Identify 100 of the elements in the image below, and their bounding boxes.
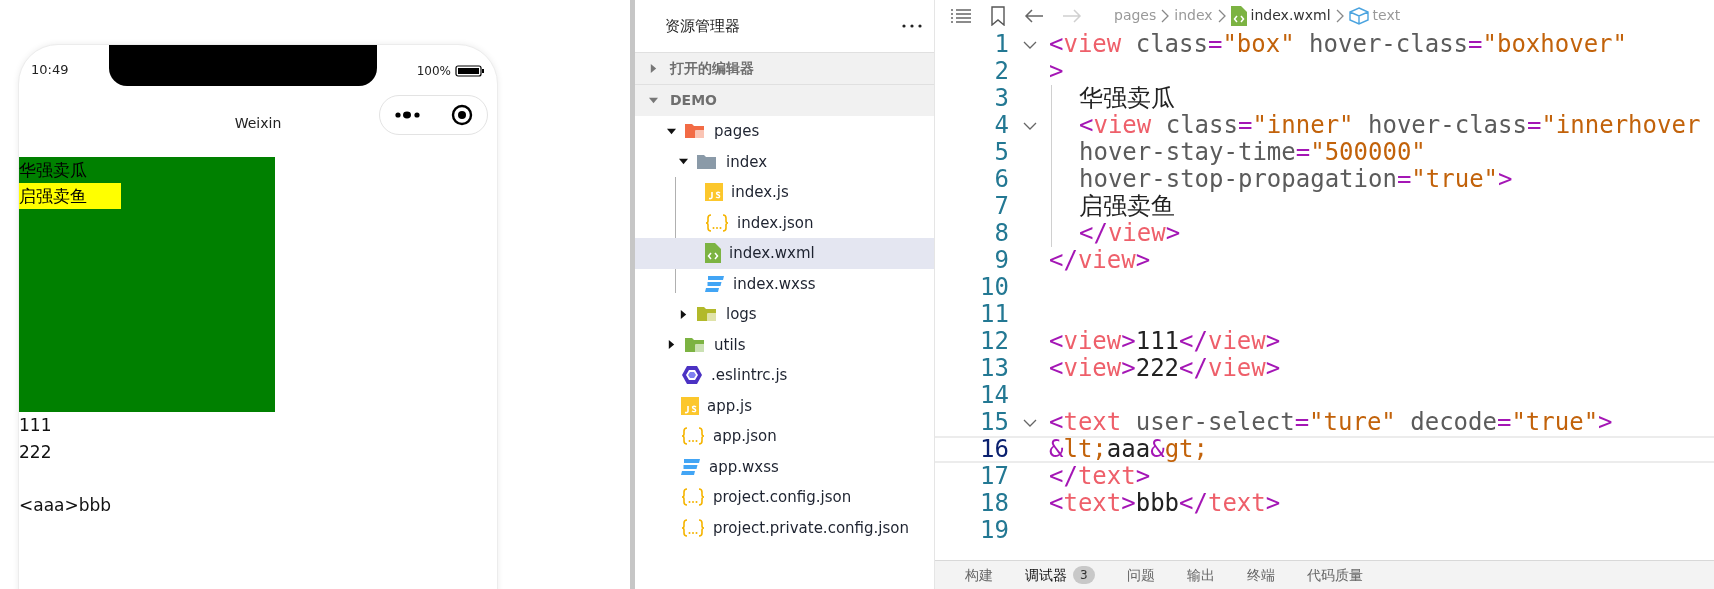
line-number: 2 bbox=[993, 58, 1010, 85]
count-badge: 3 bbox=[1073, 566, 1095, 584]
file-tree-item[interactable]: index.json bbox=[635, 207, 934, 238]
css-file-icon bbox=[681, 457, 701, 476]
text-content: <aaa>bbb bbox=[19, 494, 113, 517]
line-number: 4 bbox=[993, 112, 1010, 139]
line-number: 15 bbox=[979, 409, 1010, 436]
file-name: project.private.config.json bbox=[713, 517, 909, 539]
panel-tab[interactable]: 调试器 3 bbox=[1025, 564, 1095, 586]
nav-title: Weixin bbox=[234, 113, 282, 133]
file-tree-item[interactable]: project.private.config.json bbox=[635, 512, 934, 543]
code-line: </view> bbox=[1049, 247, 1151, 274]
fold-chevron-icon[interactable] bbox=[1023, 418, 1037, 427]
file-tree-item[interactable]: index.wxml bbox=[635, 238, 934, 269]
panel-tab[interactable]: 输出 bbox=[1186, 564, 1215, 586]
outline-icon[interactable] bbox=[950, 7, 972, 24]
explorer-title: 资源管理器 bbox=[665, 15, 740, 37]
fold-chevron-icon[interactable] bbox=[1023, 121, 1037, 130]
fold-chevron-icon[interactable] bbox=[1023, 40, 1037, 49]
braces-icon bbox=[705, 213, 729, 232]
status-time: 10:49 bbox=[31, 61, 69, 79]
code-line: 华强卖瓜 bbox=[1079, 85, 1175, 112]
file-name: app.json bbox=[713, 426, 777, 447]
section-header[interactable]: DEMO bbox=[635, 84, 934, 116]
css-file-icon bbox=[705, 274, 725, 293]
line-number: 12 bbox=[979, 328, 1010, 355]
js-file-icon bbox=[681, 396, 699, 415]
expanded-caret-icon[interactable] bbox=[679, 157, 688, 167]
panel-tab[interactable]: 终端 bbox=[1246, 564, 1275, 586]
folder-icon bbox=[684, 122, 706, 141]
line-number: 16 bbox=[979, 436, 1010, 463]
file-tree-item[interactable]: project.config.json bbox=[635, 482, 934, 513]
expanded-caret-icon[interactable] bbox=[667, 126, 676, 136]
file-tree-item[interactable]: app.wxss bbox=[635, 451, 934, 482]
line-number: 5 bbox=[993, 139, 1010, 166]
braces-icon bbox=[681, 518, 705, 537]
line-number: 17 bbox=[979, 463, 1010, 490]
battery-percent: 100% bbox=[416, 63, 451, 80]
file-tree-item[interactable]: index.js bbox=[635, 177, 934, 208]
line-number: 1 bbox=[993, 31, 1010, 58]
file-name: app.js bbox=[707, 395, 752, 417]
code-line: <view class="inner" hover-class="innerhover bbox=[1079, 112, 1701, 139]
file-tree-item[interactable]: pages bbox=[635, 116, 934, 147]
folder-icon bbox=[684, 335, 706, 354]
view-text: 111 bbox=[19, 414, 53, 437]
file-tree-item[interactable]: logs bbox=[635, 299, 934, 330]
file-name: index.js bbox=[731, 182, 789, 203]
code-line: hover-stop-propagation="true"> bbox=[1079, 166, 1513, 193]
file-tree-item[interactable]: .eslintrc.js bbox=[635, 360, 934, 391]
code-line: <text user-select="ture" decode="true"> bbox=[1049, 409, 1613, 436]
file-tree-item[interactable]: app.json bbox=[635, 421, 934, 452]
code-line: > bbox=[1049, 58, 1064, 85]
bookmark-icon[interactable] bbox=[990, 5, 1006, 26]
code-line: <view>222</view> bbox=[1049, 355, 1281, 382]
line-number: 14 bbox=[979, 382, 1010, 409]
battery-icon bbox=[455, 65, 485, 77]
file-name: project.config.json bbox=[713, 487, 852, 508]
panel-tab[interactable]: 代码质量 bbox=[1306, 564, 1363, 586]
file-name: logs bbox=[726, 304, 757, 325]
file-name: index.wxss bbox=[733, 273, 816, 295]
breadcrumb-item[interactable]: index.wxml bbox=[1250, 5, 1331, 26]
panel-tab[interactable]: 问题 bbox=[1126, 564, 1155, 586]
line-number: 11 bbox=[979, 301, 1010, 328]
more-icon[interactable] bbox=[902, 24, 922, 28]
braces-icon bbox=[681, 427, 705, 446]
line-number: 7 bbox=[993, 193, 1010, 220]
file-tree-item[interactable]: index.wxss bbox=[635, 268, 934, 299]
box-text: 华强卖瓜 bbox=[19, 159, 87, 182]
hexagon-icon bbox=[681, 365, 703, 386]
file-tree-item[interactable]: utils bbox=[635, 329, 934, 360]
section-header[interactable]: 打开的编辑器 bbox=[635, 52, 934, 84]
line-number: 18 bbox=[979, 490, 1010, 517]
code-line: <view>111</view> bbox=[1049, 328, 1281, 355]
code-line: </view> bbox=[1079, 220, 1181, 247]
js-file-icon bbox=[705, 183, 723, 202]
line-number: 3 bbox=[993, 85, 1010, 112]
inner-box: 启强卖鱼 bbox=[19, 183, 121, 209]
file-name: index bbox=[726, 151, 768, 173]
panel-tab[interactable]: 构建 bbox=[965, 564, 993, 586]
collapsed-caret-icon[interactable] bbox=[679, 309, 688, 319]
more-icon bbox=[394, 110, 423, 120]
chevron-icon bbox=[1334, 8, 1345, 23]
braces-icon bbox=[681, 488, 705, 507]
code-line: 启强卖鱼 bbox=[1079, 193, 1175, 220]
file-name: utils bbox=[714, 334, 746, 356]
file-tree-item[interactable]: index bbox=[635, 146, 934, 177]
record-icon bbox=[450, 104, 473, 126]
file-tree-item[interactable]: app.js bbox=[635, 390, 934, 421]
code-line: hover-stay-time="500000" bbox=[1079, 139, 1426, 166]
line-number: 8 bbox=[993, 220, 1010, 247]
code-line: <text>bbb</text> bbox=[1049, 490, 1281, 517]
file-name: pages bbox=[714, 121, 760, 142]
folder-icon bbox=[696, 305, 718, 324]
line-number: 9 bbox=[993, 247, 1010, 274]
chevron-icon bbox=[1160, 8, 1171, 23]
view-text: 222 bbox=[19, 441, 53, 464]
code-file-icon bbox=[705, 243, 721, 264]
line-number: 6 bbox=[993, 166, 1010, 193]
collapsed-caret-icon[interactable] bbox=[667, 340, 676, 350]
line-number: 13 bbox=[979, 355, 1010, 382]
